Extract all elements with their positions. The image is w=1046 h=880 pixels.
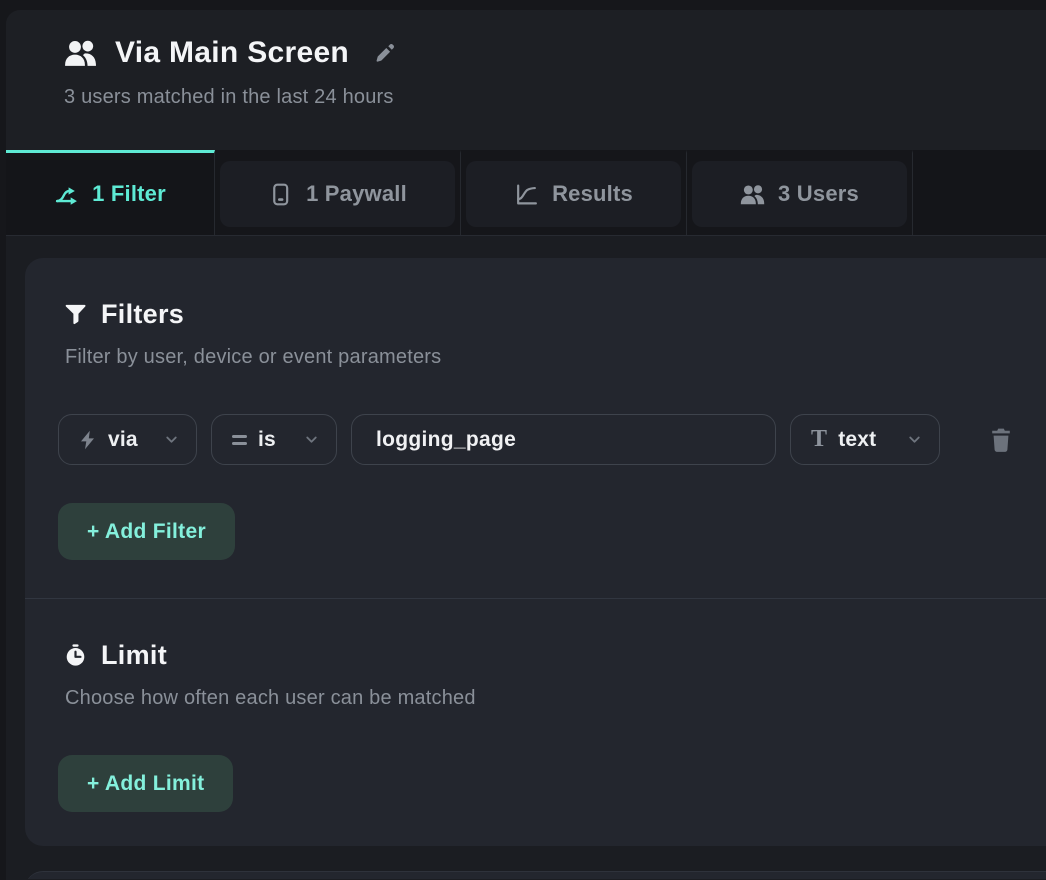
tab-paywall[interactable]: 1 Paywall xyxy=(215,150,461,235)
audience-editor-panel: Via Main Screen 3 users matched in the l… xyxy=(6,10,1046,880)
filters-section: Filters Filter by user, device or event … xyxy=(25,258,1046,560)
tab-filter[interactable]: 1 Filter xyxy=(6,150,215,235)
tab-results[interactable]: Results xyxy=(461,150,687,235)
filter-operator-value: is xyxy=(258,428,276,452)
funnel-icon xyxy=(65,303,86,325)
users-icon xyxy=(740,182,765,207)
equals-icon xyxy=(232,435,247,445)
match-summary: 3 users matched in the last 24 hours xyxy=(64,86,1046,109)
filter-type-dropdown[interactable]: T text xyxy=(790,414,940,465)
filters-subtitle: Filter by user, device or event paramete… xyxy=(65,344,1032,370)
filter-row: via is T te xyxy=(58,414,1032,465)
add-filter-button[interactable]: + Add Filter xyxy=(58,503,235,560)
chevron-down-icon xyxy=(163,431,180,448)
tab-users-label: 3 Users xyxy=(778,181,859,207)
phone-icon xyxy=(268,182,293,207)
add-limit-button[interactable]: + Add Limit xyxy=(58,755,233,812)
filter-property-value: via xyxy=(108,428,138,452)
tab-users[interactable]: 3 Users xyxy=(687,150,913,235)
stopwatch-icon xyxy=(65,644,86,666)
tab-paywall-label: 1 Paywall xyxy=(306,181,407,207)
text-type-icon: T xyxy=(811,427,827,451)
filter-type-value: text xyxy=(838,428,876,452)
audience-card: Filters Filter by user, device or event … xyxy=(25,258,1046,846)
tab-bar: 1 Filter 1 Paywall Results xyxy=(6,150,1046,236)
audience-header: Via Main Screen 3 users matched in the l… xyxy=(6,10,1046,150)
limit-section: Limit Choose how often each user can be … xyxy=(25,599,1046,812)
split-arrows-icon xyxy=(54,182,79,207)
tab-results-label: Results xyxy=(552,181,633,207)
filters-title: Filters xyxy=(101,299,184,330)
pencil-icon xyxy=(373,41,397,65)
delete-filter-button[interactable] xyxy=(980,419,1022,461)
edit-title-button[interactable] xyxy=(371,39,399,67)
trash-icon xyxy=(989,427,1013,453)
audience-content: Filters Filter by user, device or event … xyxy=(6,236,1046,879)
limit-subtitle: Choose how often each user can be matche… xyxy=(65,685,1032,711)
page-title: Via Main Screen xyxy=(115,36,349,70)
line-chart-icon xyxy=(514,182,539,207)
next-card-edge xyxy=(25,871,1046,879)
limit-title: Limit xyxy=(101,640,167,671)
tab-bar-spacer xyxy=(913,150,1046,235)
filter-property-dropdown[interactable]: via xyxy=(58,414,197,465)
tab-filter-label: 1 Filter xyxy=(92,181,166,207)
users-icon xyxy=(64,39,97,67)
chevron-down-icon xyxy=(906,431,923,448)
chevron-down-icon xyxy=(303,431,320,448)
filter-value-input[interactable] xyxy=(351,414,776,465)
filter-operator-dropdown[interactable]: is xyxy=(211,414,337,465)
lightning-icon xyxy=(79,430,97,450)
